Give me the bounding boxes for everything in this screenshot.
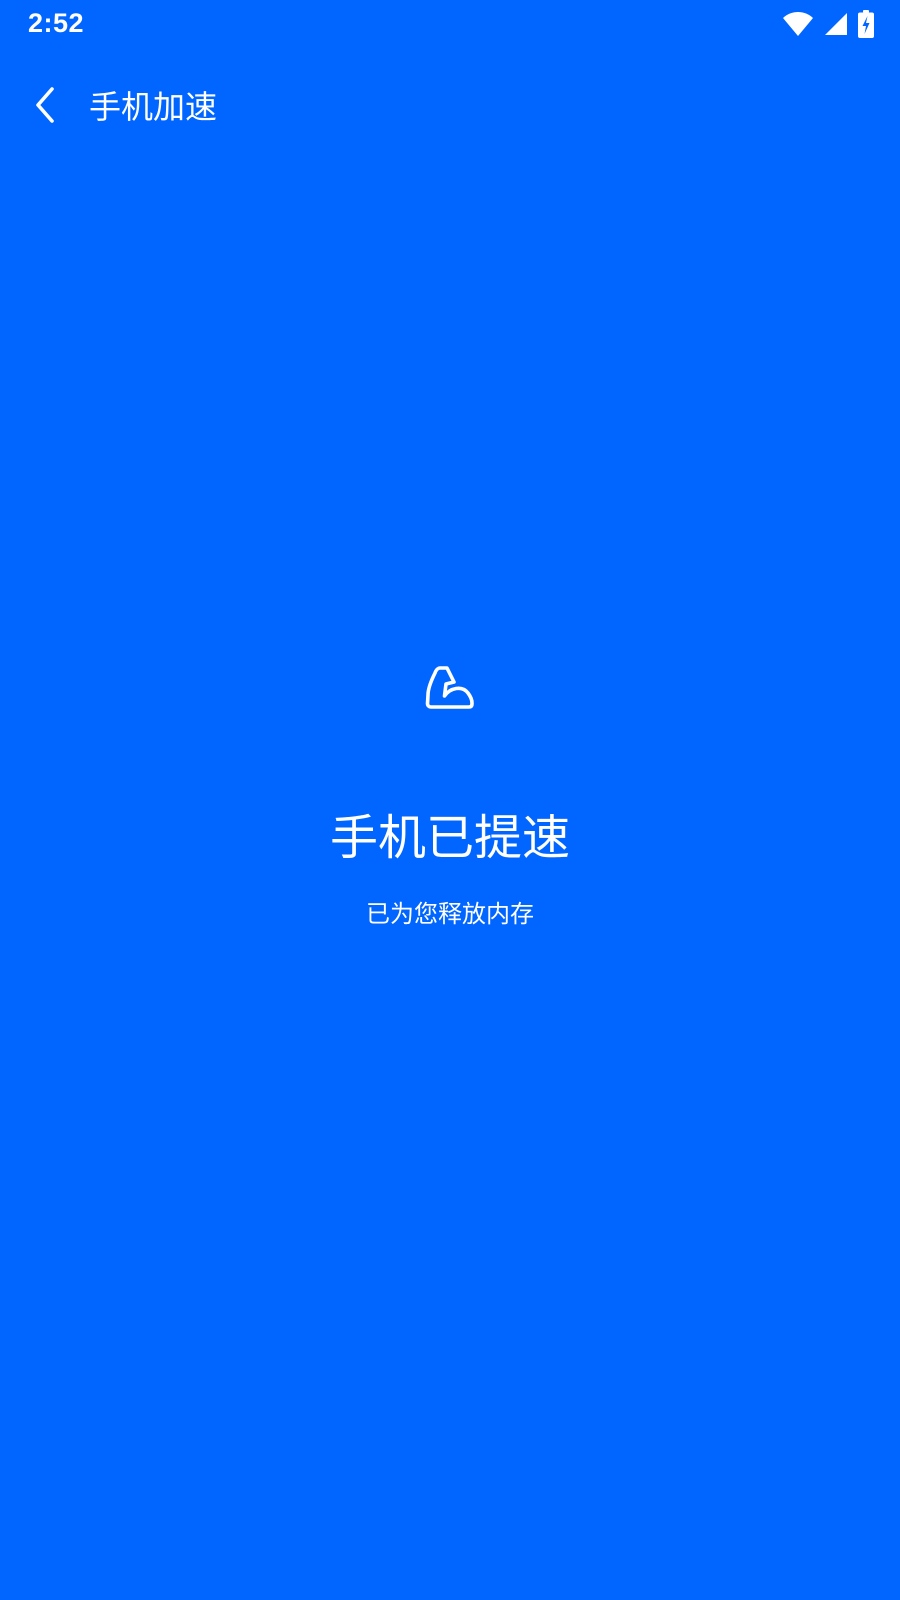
chevron-left-icon	[30, 85, 60, 129]
result-title: 手机已提速	[329, 810, 570, 866]
wifi-icon	[782, 11, 814, 37]
back-button[interactable]	[20, 82, 70, 132]
status-time: 2:52	[28, 8, 85, 38]
result-subtitle: 已为您释放内存	[366, 900, 534, 928]
cellular-signal-icon	[824, 12, 848, 36]
flexed-arm-icon	[418, 655, 482, 719]
app-bar: 手机加速	[0, 70, 900, 150]
status-icons	[782, 9, 874, 39]
status-bar: 2:52	[0, 0, 900, 50]
battery-charging-icon	[858, 10, 874, 38]
page-title: 手机加速	[89, 88, 218, 126]
